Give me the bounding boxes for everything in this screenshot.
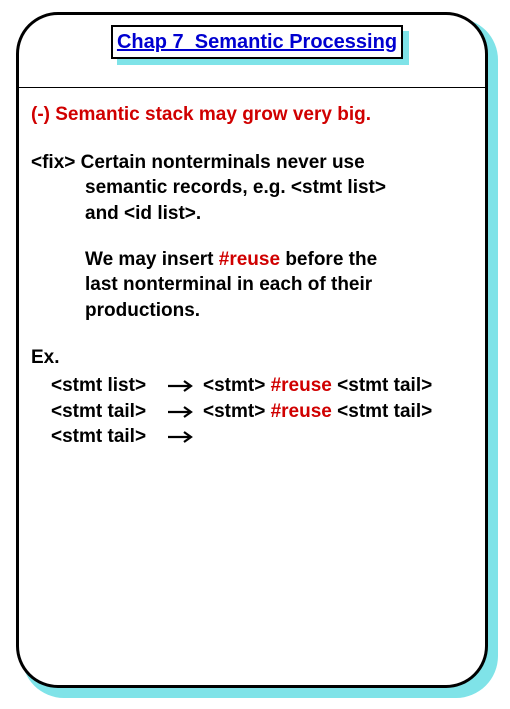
production-1-rhs: <stmt> #reuse <stmt tail> <box>203 373 432 399</box>
arrow-icon <box>167 379 197 393</box>
reuse-keyword: #reuse <box>219 249 280 270</box>
production-1-reuse: #reuse <box>271 375 332 396</box>
arrow-icon <box>167 430 197 444</box>
example-heading: Ex. <box>31 345 477 371</box>
insert-line-2: last nonterminal in each of their <box>31 272 477 298</box>
title-row: Chap 7 Semantic Processing <box>19 15 485 88</box>
production-1-rhs-a: <stmt> <box>203 375 271 396</box>
insert-line-1b: before the <box>280 249 377 270</box>
insert-line-1: We may insert #reuse before the <box>31 247 477 273</box>
production-2-reuse: #reuse <box>271 401 332 422</box>
fix-line-3: and <id list>. <box>31 201 477 227</box>
production-2-rhs-b: <stmt tail> <box>332 401 432 422</box>
production-1: <stmt list> <stmt> #reuse <stmt tail> <box>31 373 477 399</box>
fix-line-1: <fix> Certain nonterminals never use <box>31 150 477 176</box>
production-1-lhs: <stmt list> <box>51 373 161 399</box>
title-box: Chap 7 Semantic Processing <box>111 25 403 59</box>
production-2-lhs: <stmt tail> <box>51 399 161 425</box>
production-1-rhs-b: <stmt tail> <box>332 375 432 396</box>
production-2-rhs-a: <stmt> <box>203 401 271 422</box>
fix-line-2: semantic records, e.g. <stmt list> <box>31 175 477 201</box>
slide-container: Chap 7 Semantic Processing (-) Semantic … <box>0 0 510 709</box>
production-3-lhs: <stmt tail> <box>51 424 161 450</box>
production-2-rhs: <stmt> #reuse <stmt tail> <box>203 399 432 425</box>
production-3: <stmt tail> <box>31 424 477 450</box>
insert-line-1a: We may insert <box>85 249 219 270</box>
slide-title: Chap 7 Semantic Processing <box>117 31 397 54</box>
drawback-line: (-) Semantic stack may grow very big. <box>31 102 477 128</box>
fix-paragraph: <fix> Certain nonterminals never use sem… <box>31 150 477 227</box>
slide: Chap 7 Semantic Processing (-) Semantic … <box>16 12 488 688</box>
slide-body: (-) Semantic stack may grow very big. <f… <box>19 88 485 450</box>
insert-line-3: productions. <box>31 298 477 324</box>
production-2: <stmt tail> <stmt> #reuse <stmt tail> <box>31 399 477 425</box>
insert-paragraph: We may insert #reuse before the last non… <box>31 247 477 324</box>
arrow-icon <box>167 405 197 419</box>
